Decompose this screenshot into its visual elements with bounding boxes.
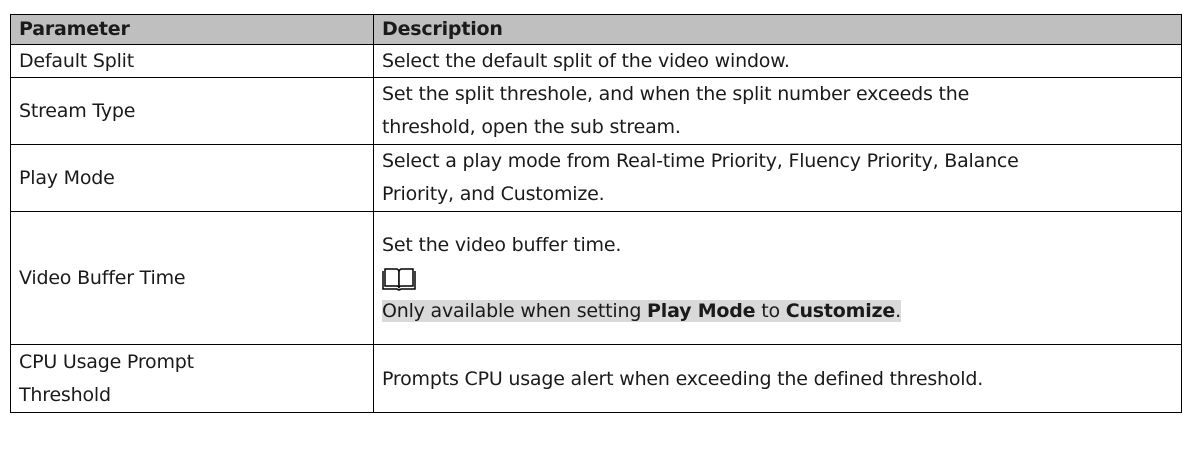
table-row: Stream Type Set the split threshole, and… bbox=[10, 77, 1182, 145]
note-book-icon bbox=[382, 262, 1173, 295]
table-row: Default Split Select the default split o… bbox=[10, 44, 1182, 78]
parameter-line: CPU Usage Prompt bbox=[19, 350, 194, 373]
header-description: Description bbox=[373, 14, 1182, 45]
note-line: Only available when setting Play Mode to… bbox=[382, 295, 1173, 328]
note-text: Only available when setting Play Mode to… bbox=[382, 299, 901, 322]
header-parameter: Parameter bbox=[10, 14, 374, 45]
table-row: Play Mode Select a play mode from Real-t… bbox=[10, 144, 1182, 212]
parameter-cell: Video Buffer Time bbox=[10, 211, 374, 345]
description-line: Select a play mode from Real-time Priori… bbox=[382, 150, 1019, 172]
parameter-cell: CPU Usage Prompt Threshold bbox=[10, 344, 374, 413]
parameter-line: Threshold bbox=[19, 383, 111, 406]
note-suffix: . bbox=[895, 299, 901, 322]
description-line: Set the split threshole, and when the sp… bbox=[382, 83, 970, 105]
table-row: Video Buffer Time Set the video buffer t… bbox=[10, 211, 1182, 345]
description-cell: Select the default split of the video wi… bbox=[373, 44, 1182, 78]
note-customize: Customize bbox=[785, 299, 896, 322]
table-header-row: Parameter Description bbox=[10, 14, 1182, 45]
parameter-cell: Play Mode bbox=[10, 144, 374, 212]
note-middle: to bbox=[755, 299, 786, 322]
table-row: CPU Usage Prompt Threshold Prompts CPU u… bbox=[10, 344, 1182, 413]
parameter-cell: Default Split bbox=[10, 44, 374, 78]
description-cell: Set the video buffer time. Only availabl… bbox=[373, 211, 1182, 345]
description-line: threshold, open the sub stream. bbox=[382, 116, 681, 138]
parameter-table: Parameter Description Default Split Sele… bbox=[10, 14, 1182, 413]
note-prefix: Only available when setting bbox=[382, 299, 648, 322]
description-cell: Set the split threshole, and when the sp… bbox=[373, 77, 1182, 145]
parameter-cell: Stream Type bbox=[10, 77, 374, 145]
description-cell: Prompts CPU usage alert when exceeding t… bbox=[373, 344, 1182, 413]
note-play-mode: Play Mode bbox=[647, 299, 756, 322]
description-line: Set the video buffer time. bbox=[382, 233, 622, 256]
description-cell: Select a play mode from Real-time Priori… bbox=[373, 144, 1182, 212]
description-line: Priority, and Customize. bbox=[382, 183, 605, 205]
